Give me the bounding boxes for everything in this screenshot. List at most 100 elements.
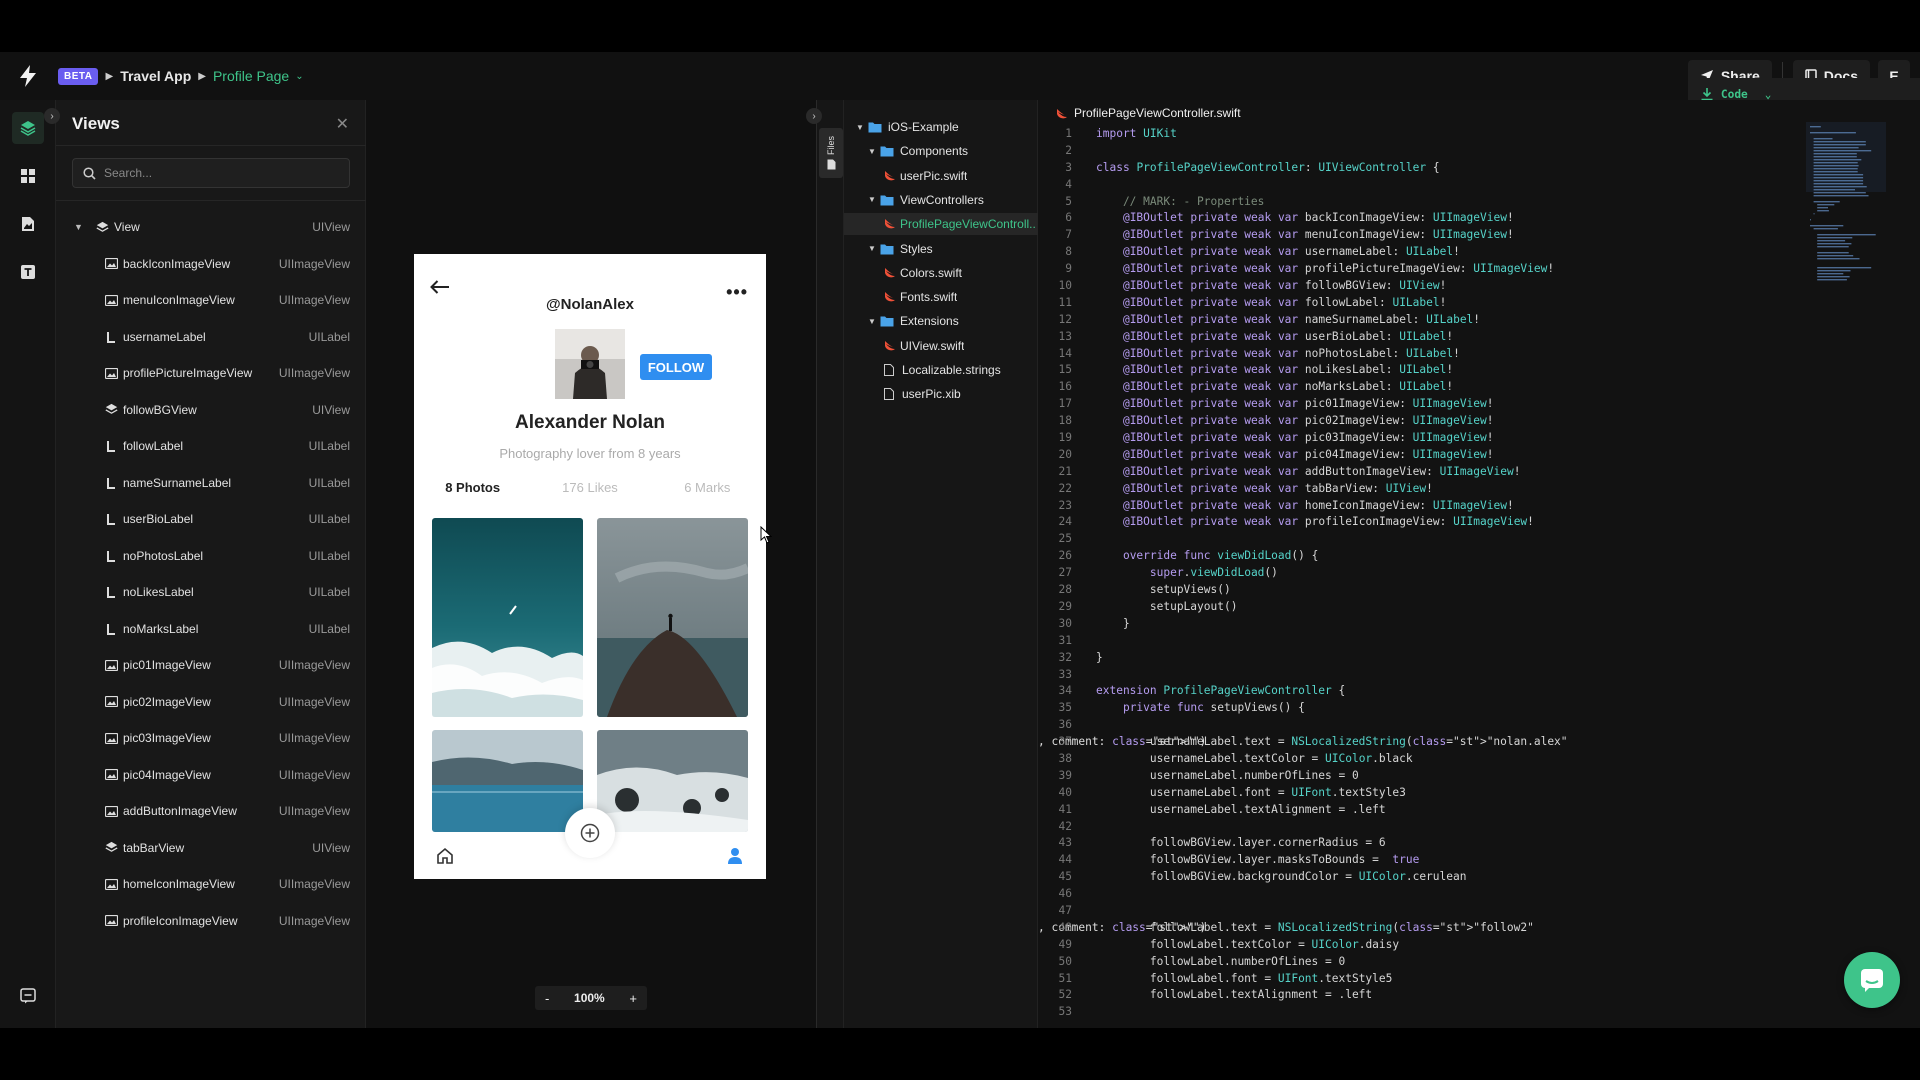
profile-icon[interactable] bbox=[727, 847, 743, 865]
code-line[interactable]: 52 followLabel.textAlignment = .left bbox=[1038, 987, 1798, 1004]
code-line[interactable]: 2 bbox=[1038, 143, 1798, 160]
code-line[interactable]: 12 @IBOutlet private weak var nameSurnam… bbox=[1038, 312, 1798, 329]
tree-row-userBioLabel[interactable]: userBioLabel UILabel bbox=[56, 501, 366, 538]
image-asset-icon[interactable] bbox=[12, 208, 44, 240]
caret-down-icon[interactable]: ▼ bbox=[74, 222, 83, 232]
code-line[interactable]: 4 bbox=[1038, 177, 1798, 194]
tree-row-addButtonImageView[interactable]: addButtonImageView UIImageView bbox=[56, 793, 366, 830]
code-line[interactable]: 49 followLabel.textColor = UIColor.daisy bbox=[1038, 937, 1798, 954]
zoom-in-button[interactable]: + bbox=[629, 991, 637, 1006]
layers-icon[interactable] bbox=[12, 112, 44, 144]
code-line[interactable]: 11 @IBOutlet private weak var followLabe… bbox=[1038, 295, 1798, 312]
close-icon[interactable]: ✕ bbox=[336, 114, 349, 134]
tree-row-backIconImageView[interactable]: backIconImageView UIImageView bbox=[56, 246, 366, 283]
collapse-panel-button[interactable]: › bbox=[806, 108, 822, 124]
chevron-down-icon[interactable]: ⌄ bbox=[295, 71, 303, 82]
code-line[interactable]: 32} bbox=[1038, 650, 1798, 667]
code-line[interactable]: 5 // MARK: - Properties bbox=[1038, 194, 1798, 211]
marks-count-label[interactable]: 6 Marks bbox=[649, 480, 766, 495]
editor-tab[interactable]: ProfilePageViewController.swift bbox=[1056, 104, 1241, 122]
expand-panel-button[interactable]: › bbox=[44, 108, 60, 124]
file-tree-item[interactable]: ▼ ViewControllers bbox=[844, 189, 1038, 211]
caret-down-icon[interactable]: ▼ bbox=[868, 195, 876, 204]
add-button[interactable] bbox=[565, 808, 615, 858]
tree-row-pic03ImageView[interactable]: pic03ImageView UIImageView bbox=[56, 720, 366, 757]
breadcrumb-page[interactable]: Profile Page bbox=[213, 68, 289, 84]
tree-row-noPhotosLabel[interactable]: noPhotosLabel UILabel bbox=[56, 538, 366, 575]
tree-row-followBGView[interactable]: followBGView UIView bbox=[56, 392, 366, 429]
code-line[interactable]: 10 @IBOutlet private weak var followBGVi… bbox=[1038, 278, 1798, 295]
likes-count-label[interactable]: 176 Likes bbox=[531, 480, 648, 495]
photos-count-label[interactable]: 8 Photos bbox=[414, 480, 531, 495]
tree-row-noLikesLabel[interactable]: noLikesLabel UILabel bbox=[56, 574, 366, 611]
code-line[interactable]: 47 bbox=[1038, 903, 1798, 920]
code-line[interactable]: 27 super.viewDidLoad() bbox=[1038, 565, 1798, 582]
logo-bolt-icon[interactable] bbox=[12, 60, 44, 92]
file-tree-item[interactable]: Fonts.swift bbox=[844, 286, 1038, 308]
code-line[interactable]: 38 usernameLabel.textColor = UIColor.bla… bbox=[1038, 751, 1798, 768]
code-line[interactable]: 50 followLabel.numberOfLines = 0 bbox=[1038, 954, 1798, 971]
tree-row-pic02ImageView[interactable]: pic02ImageView UIImageView bbox=[56, 684, 366, 721]
code-line[interactable]: 45 followBGView.backgroundColor = UIColo… bbox=[1038, 869, 1798, 886]
back-arrow-icon[interactable] bbox=[430, 280, 450, 294]
code-line[interactable]: 18 @IBOutlet private weak var pic02Image… bbox=[1038, 413, 1798, 430]
caret-down-icon[interactable]: ▼ bbox=[868, 317, 876, 326]
code-line[interactable]: 7 @IBOutlet private weak var menuIconIma… bbox=[1038, 227, 1798, 244]
code-line[interactable]: 14 @IBOutlet private weak var noPhotosLa… bbox=[1038, 346, 1798, 363]
file-tree-item[interactable]: userPic.xib bbox=[844, 383, 1038, 405]
files-tab[interactable]: Files bbox=[819, 128, 843, 178]
tree-row-root-view[interactable]: ▼ View UIView bbox=[56, 209, 366, 246]
tree-row-homeIconImageView[interactable]: homeIconImageView UIImageView bbox=[56, 866, 366, 903]
code-line[interactable]: 36 bbox=[1038, 717, 1798, 734]
code-line[interactable]: 37 usernameLabel.text = NSLocalizedStrin… bbox=[1038, 734, 1798, 751]
code-content[interactable]: 1 import UIKit 2 3 class ProfilePageViewCont… bbox=[1038, 126, 1798, 1021]
tree-row-profilePictureImageView[interactable]: profilePictureImageView UIImageView bbox=[56, 355, 366, 392]
tree-row-noMarksLabel[interactable]: noMarksLabel UILabel bbox=[56, 611, 366, 648]
code-editor[interactable]: ProfilePageViewController.swift 1 import … bbox=[1038, 100, 1920, 1028]
code-line[interactable]: 24 @IBOutlet private weak var profileIco… bbox=[1038, 514, 1798, 531]
caret-down-icon[interactable]: ▼ bbox=[868, 147, 876, 156]
code-line[interactable]: 44 followBGView.layer.masksToBounds = tr… bbox=[1038, 852, 1798, 869]
code-line[interactable]: 26 override func viewDidLoad() { bbox=[1038, 548, 1798, 565]
file-tree-item[interactable]: ▼ iOS-Example bbox=[844, 116, 1038, 138]
code-line[interactable]: 51 followLabel.font = UIFont.textStyle5 bbox=[1038, 971, 1798, 988]
code-line[interactable]: 53 bbox=[1038, 1004, 1798, 1021]
code-line[interactable]: 40 usernameLabel.font = UIFont.textStyle… bbox=[1038, 785, 1798, 802]
code-line[interactable]: 41 usernameLabel.textAlignment = .left bbox=[1038, 802, 1798, 819]
code-line[interactable]: 6 @IBOutlet private weak var backIconIma… bbox=[1038, 210, 1798, 227]
code-line[interactable]: 23 @IBOutlet private weak var homeIconIm… bbox=[1038, 498, 1798, 515]
code-line[interactable]: 20 @IBOutlet private weak var pic04Image… bbox=[1038, 447, 1798, 464]
home-icon[interactable] bbox=[436, 847, 454, 865]
code-line[interactable]: 17 @IBOutlet private weak var pic01Image… bbox=[1038, 396, 1798, 413]
code-line[interactable]: 25 bbox=[1038, 531, 1798, 548]
code-line[interactable]: 21 @IBOutlet private weak var addButtonI… bbox=[1038, 464, 1798, 481]
file-tree-item[interactable]: ▼ Extensions bbox=[844, 310, 1038, 332]
tree-row-tabBarView[interactable]: tabBarView UIView bbox=[56, 830, 366, 867]
code-minimap[interactable] bbox=[1806, 122, 1886, 322]
follow-button[interactable]: FOLLOW bbox=[640, 354, 712, 380]
views-search[interactable] bbox=[72, 158, 350, 188]
code-line[interactable]: 9 @IBOutlet private weak var profilePict… bbox=[1038, 261, 1798, 278]
tree-row-nameSurnameLabel[interactable]: nameSurnameLabel UILabel bbox=[56, 465, 366, 502]
code-line[interactable]: 42 bbox=[1038, 819, 1798, 836]
phone-preview[interactable]: @NolanAlex ••• FOLLOW Alexander Nolan Ph… bbox=[414, 254, 766, 879]
code-line[interactable]: 19 @IBOutlet private weak var pic03Image… bbox=[1038, 430, 1798, 447]
code-line[interactable]: 22 @IBOutlet private weak var tabBarView… bbox=[1038, 481, 1798, 498]
caret-down-icon[interactable]: ▼ bbox=[856, 123, 864, 132]
tree-row-followLabel[interactable]: followLabel UILabel bbox=[56, 428, 366, 465]
file-tree-item[interactable]: UIView.swift bbox=[844, 335, 1038, 357]
chat-support-button[interactable] bbox=[1844, 952, 1900, 1008]
code-line[interactable]: 28 setupViews() bbox=[1038, 582, 1798, 599]
code-line[interactable]: 1 import UIKit bbox=[1038, 126, 1798, 143]
code-line[interactable]: 43 followBGView.layer.cornerRadius = 6 bbox=[1038, 835, 1798, 852]
file-tree-item[interactable]: userPic.swift bbox=[844, 165, 1038, 187]
tree-row-pic01ImageView[interactable]: pic01ImageView UIImageView bbox=[56, 647, 366, 684]
zoom-out-button[interactable]: - bbox=[545, 991, 549, 1006]
breadcrumb-project[interactable]: Travel App bbox=[120, 68, 191, 84]
chat-bubble-icon[interactable] bbox=[12, 980, 44, 1012]
code-line[interactable]: 8 @IBOutlet private weak var usernameLab… bbox=[1038, 244, 1798, 261]
search-input[interactable] bbox=[104, 166, 334, 180]
tree-row-menuIconImageView[interactable]: menuIconImageView UIImageView bbox=[56, 282, 366, 319]
code-line[interactable]: 48 followLabel.text = NSLocalizedString(… bbox=[1038, 920, 1798, 937]
code-line[interactable]: 16 @IBOutlet private weak var noMarksLab… bbox=[1038, 379, 1798, 396]
